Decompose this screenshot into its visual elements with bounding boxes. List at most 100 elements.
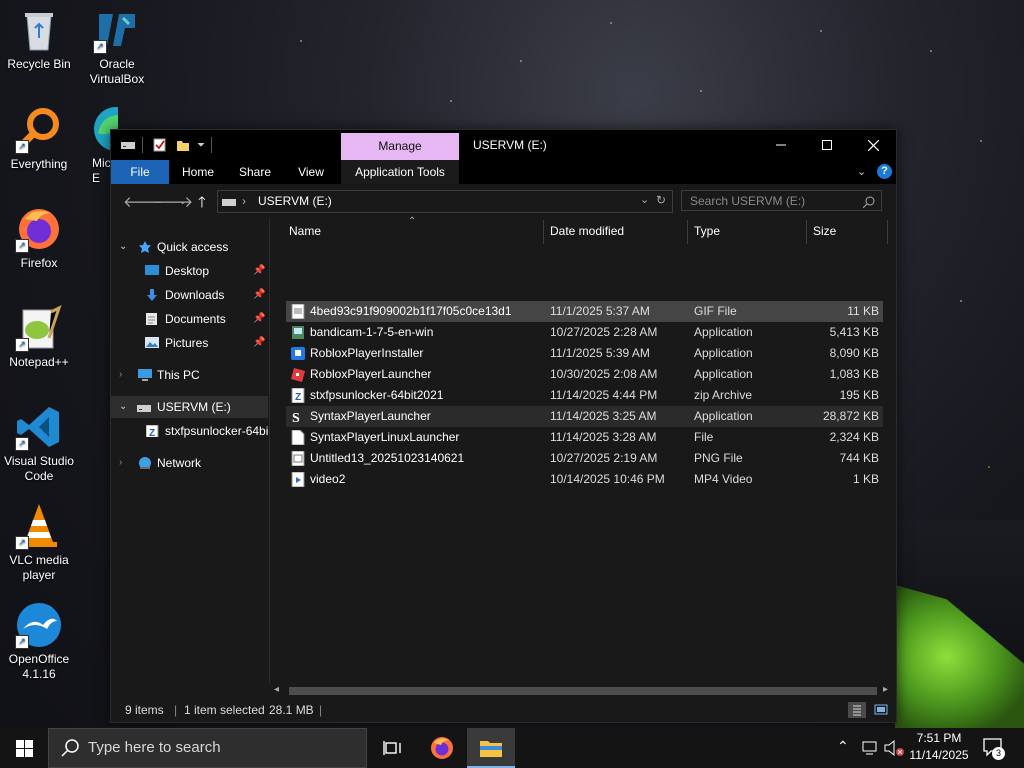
pin-icon[interactable]: 📌: [253, 260, 265, 282]
status-selection: 1 item selected: [184, 703, 265, 717]
file-list[interactable]: ⌃ Name Date modified Type Size 4bed93c91…: [270, 216, 896, 684]
svg-text:Z: Z: [149, 428, 155, 437]
svg-text:S: S: [292, 411, 300, 424]
minimize-button[interactable]: [758, 130, 804, 160]
nav-item-stxfpsunlocker[interactable]: Z stxfpsunlocker-64bi: [111, 420, 269, 442]
navigation-pane[interactable]: ⌄ Quick access Desktop 📌 Downloads 📌 Doc…: [111, 218, 270, 684]
file-name: Untitled13_20251023140621: [310, 451, 465, 465]
start-button[interactable]: [0, 728, 48, 768]
column-header-name[interactable]: Name: [289, 218, 321, 244]
nav-item-this-pc[interactable]: › This PC: [111, 364, 269, 386]
file-size: 8,090 KB: [829, 346, 879, 360]
taskbar-firefox[interactable]: [418, 728, 466, 768]
nav-item-downloads[interactable]: Downloads 📌: [111, 284, 269, 306]
column-header-type[interactable]: Type: [694, 218, 720, 244]
network-status-icon[interactable]: [861, 740, 879, 759]
tab-manage[interactable]: Manage: [341, 133, 459, 160]
task-view-button[interactable]: [369, 728, 417, 768]
nav-item-documents[interactable]: Documents 📌: [111, 308, 269, 330]
file-row[interactable]: 4bed93c91f909002b1f17f05c0ce13d1 11/1/202…: [286, 301, 883, 322]
pin-icon[interactable]: 📌: [253, 308, 265, 330]
search-input[interactable]: Search USERVM (E:): [681, 190, 882, 211]
nav-item-desktop[interactable]: Desktop 📌: [111, 260, 269, 282]
details-view-button[interactable]: [848, 702, 866, 718]
clock[interactable]: 7:51 PM 11/14/2025: [903, 730, 975, 764]
file-row[interactable]: Untitled13_20251023140621 10/27/2025 2:19…: [286, 448, 883, 469]
scroll-right-icon[interactable]: ▸: [883, 684, 888, 695]
openoffice-icon: ↗: [15, 601, 63, 649]
customize-quick-access-icon[interactable]: ⏷: [197, 137, 205, 153]
zip-archive-icon: Z: [146, 425, 159, 437]
desktop-icon-notepadpp[interactable]: ↗ Notepad++: [0, 304, 78, 370]
column-header-size[interactable]: Size: [813, 218, 836, 244]
help-icon[interactable]: ?: [877, 164, 892, 179]
address-dropdown-icon[interactable]: ⌄: [640, 193, 649, 206]
file-row[interactable]: RobloxPlayerLauncher 10/30/2025 2:08 AM Ap…: [286, 364, 883, 385]
navigation-bar: 🡐 🡒 ⌄ 🡑 › USERVM (E:) ⌄ ↻ Search USERVM …: [111, 184, 896, 218]
file-size: 744 KB: [839, 451, 879, 465]
desktop-icon-virtualbox[interactable]: ↗ Oracle VirtualBox: [78, 6, 156, 87]
breadcrumb-separator-icon: ›: [242, 194, 246, 208]
recent-locations-chevron-icon[interactable]: ⌄: [179, 196, 187, 207]
file-type: zip Archive: [694, 388, 753, 402]
file-size: 5,413 KB: [829, 325, 879, 339]
tab-application-tools[interactable]: Application Tools: [341, 160, 459, 184]
title-bar[interactable]: ⏷ Manage USERVM (E:): [111, 130, 896, 160]
desktop-icon-firefox[interactable]: ↗ Firefox: [0, 205, 78, 271]
taskbar-search-box[interactable]: Type here to search: [48, 728, 367, 768]
file-row[interactable]: Zstxfpsunlocker-64bit2021 11/14/2025 4:44…: [286, 385, 883, 406]
desktop-icon-label: Oracle VirtualBox: [89, 57, 145, 86]
file-row[interactable]: S SyntaxPlayerLauncher 11/14/2025 3:25 AM A…: [286, 406, 883, 427]
minimize-icon: [776, 144, 786, 146]
volume-muted-icon[interactable]: [884, 739, 904, 759]
scrollbar-thumb[interactable]: [289, 687, 877, 695]
pin-icon[interactable]: 📌: [253, 284, 265, 306]
file-size: 28,872 KB: [822, 409, 879, 423]
show-hidden-icons-chevron-icon[interactable]: ⌃: [837, 738, 849, 755]
tab-share[interactable]: Share: [233, 160, 277, 184]
firefox-icon: [431, 737, 453, 759]
scroll-left-icon[interactable]: ◂: [274, 684, 279, 695]
desktop-icon-vlc[interactable]: ↗ VLC media player: [0, 502, 78, 583]
notification-center-button[interactable]: 3: [983, 738, 1005, 760]
file-explorer-window[interactable]: ⏷ Manage USERVM (E:) File Home Share Vie…: [110, 129, 897, 723]
tab-file[interactable]: File: [111, 160, 169, 184]
notepadpp-icon: ↗: [15, 304, 63, 352]
refresh-icon[interactable]: ↻: [656, 193, 666, 207]
file-row[interactable]: video2 10/14/2025 10:46 PM MP4 Video 1 KB: [286, 469, 883, 490]
file-size: 1 KB: [852, 472, 879, 486]
breadcrumb-drive[interactable]: USERVM (E:): [258, 194, 332, 208]
address-bar[interactable]: › USERVM (E:) ⌄ ↻: [217, 190, 673, 213]
installer-icon: [291, 325, 305, 340]
tab-home[interactable]: Home: [173, 160, 223, 184]
expand-ribbon-icon[interactable]: ⌄: [857, 165, 866, 178]
close-button[interactable]: [850, 130, 896, 160]
drive-icon: [222, 199, 236, 206]
column-header-date-modified[interactable]: Date modified: [550, 218, 624, 244]
vlc-cone-icon: ↗: [15, 502, 63, 550]
nav-item-quick-access[interactable]: ⌄ Quick access: [111, 236, 269, 258]
taskbar-file-explorer[interactable]: [467, 728, 515, 768]
file-row[interactable]: bandicam-1-7-5-en-win 10/27/2025 2:28 AM A…: [286, 322, 883, 343]
documents-icon: [146, 313, 157, 325]
forward-arrow-icon[interactable]: 🡒: [153, 192, 193, 211]
horizontal-scrollbar[interactable]: ◂ ▸: [272, 684, 894, 698]
status-selection-size: 28.1 MB: [269, 703, 314, 717]
properties-checkmark-icon[interactable]: [153, 137, 167, 153]
file-row[interactable]: SyntaxPlayerLinuxLauncher 11/14/2025 3:28…: [286, 427, 883, 448]
desktop-icon-openoffice[interactable]: ↗ OpenOffice 4.1.16: [0, 601, 78, 682]
desktop-icon-recycle-bin[interactable]: Recycle Bin: [0, 6, 78, 72]
nav-item-pictures[interactable]: Pictures 📌: [111, 332, 269, 354]
desktop-icon-everything[interactable]: ↗ Everything: [0, 106, 78, 172]
new-folder-icon[interactable]: [176, 137, 190, 153]
nav-item-network[interactable]: › Network: [111, 452, 269, 474]
file-date: 10/27/2025 2:28 AM: [550, 325, 658, 339]
nav-item-drive-e[interactable]: ⌄ USERVM (E:): [111, 396, 268, 418]
file-row[interactable]: RobloxPlayerInstaller 11/1/2025 5:39 AM Ap…: [286, 343, 883, 364]
maximize-button[interactable]: [804, 130, 850, 160]
desktop-icon-vscode[interactable]: ↗ Visual Studio Code: [0, 403, 78, 484]
pin-icon[interactable]: 📌: [253, 332, 265, 354]
tab-view[interactable]: View: [289, 160, 333, 184]
up-arrow-icon[interactable]: 🡑: [198, 192, 206, 217]
large-icons-view-button[interactable]: [872, 702, 890, 718]
